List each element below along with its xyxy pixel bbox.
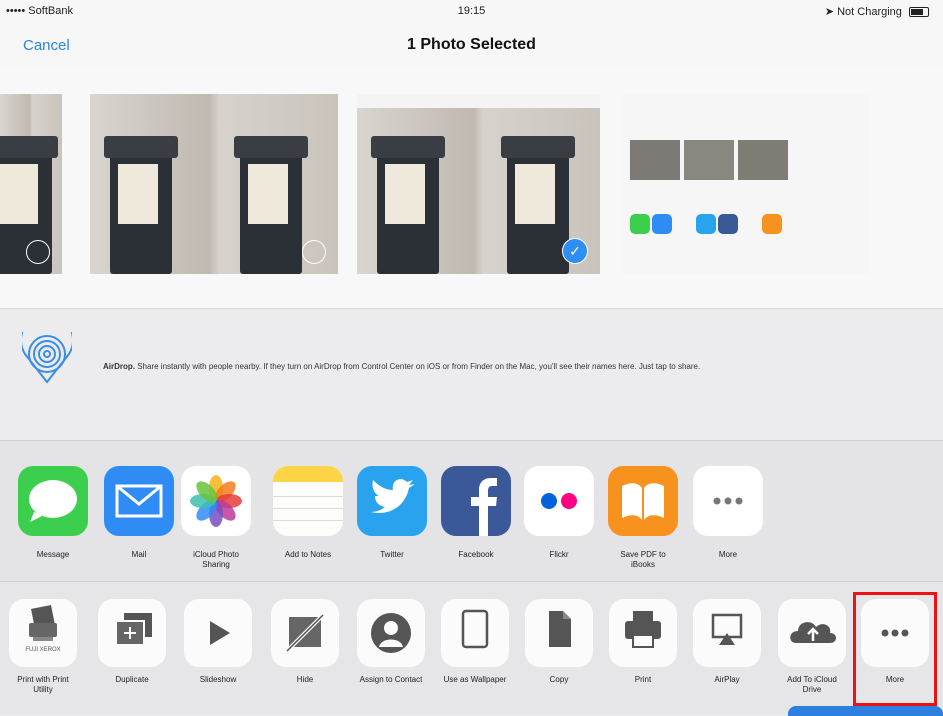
icloud-drive-icon xyxy=(778,599,846,667)
more-icon xyxy=(693,466,763,536)
share-app-ibooks[interactable]: Save PDF to iBooks xyxy=(608,466,678,570)
photos-icon xyxy=(181,466,251,536)
mail-icon xyxy=(104,466,174,536)
print-icon xyxy=(609,599,677,667)
action-add-to-icloud-drive[interactable]: Add To iCloud Drive xyxy=(777,599,847,695)
status-bar: ••••• SoftBank 19:15 ➤ Not Charging xyxy=(0,0,943,22)
action-assign-contact[interactable]: Assign to Contact xyxy=(356,599,426,685)
share-app-icloud-photo-sharing[interactable]: iCloud Photo Sharing xyxy=(181,466,251,570)
location-icon: ➤ xyxy=(824,6,835,18)
popover-edge xyxy=(788,706,943,716)
action-use-as-wallpaper[interactable]: Use as Wallpaper xyxy=(440,599,510,685)
hide-icon xyxy=(271,599,339,667)
twitter-icon xyxy=(357,466,427,536)
share-app-notes[interactable]: Add to Notes xyxy=(273,466,343,560)
share-app-mail[interactable]: Mail xyxy=(104,466,174,560)
photo-strip[interactable]: ✓ xyxy=(0,68,943,309)
screenshot-thumbnail[interactable] xyxy=(622,94,870,274)
share-app-messages[interactable]: Message xyxy=(18,466,88,560)
airdrop-section: AirDrop. Share instantly with people nea… xyxy=(0,310,943,441)
contact-icon xyxy=(357,599,425,667)
share-actions-row: FUJI XEROX Print with Print Utility Dupl… xyxy=(0,582,943,713)
facebook-icon xyxy=(441,466,511,536)
action-print[interactable]: Print xyxy=(608,599,678,685)
print-utility-icon: FUJI XEROX xyxy=(9,599,77,667)
battery-label: Not Charging xyxy=(837,6,902,18)
share-apps-row: Message Mail iCloud Photo Sharing Add to… xyxy=(0,441,943,582)
battery-status: ➤ Not Charging xyxy=(825,5,929,18)
action-copy[interactable]: Copy xyxy=(524,599,594,685)
clock: 19:15 xyxy=(457,5,486,17)
selection-circle-icon[interactable] xyxy=(26,240,50,264)
share-app-more[interactable]: More xyxy=(693,466,763,560)
battery-icon xyxy=(909,7,929,18)
share-app-flickr[interactable]: Flickr xyxy=(524,466,594,560)
messages-icon xyxy=(18,466,88,536)
action-print-utility[interactable]: FUJI XEROX Print with Print Utility xyxy=(8,599,78,695)
share-app-twitter[interactable]: Twitter xyxy=(357,466,427,560)
airdrop-description: AirDrop. Share instantly with people nea… xyxy=(103,362,701,371)
flickr-icon xyxy=(524,466,594,536)
photo-thumbnail[interactable] xyxy=(0,94,62,274)
nav-bar: Cancel 1 Photo Selected xyxy=(0,22,943,68)
copy-icon xyxy=(525,599,593,667)
action-airplay[interactable]: AirPlay xyxy=(692,599,762,685)
selection-circle-icon[interactable] xyxy=(302,240,326,264)
notes-icon xyxy=(273,466,343,536)
ibooks-icon xyxy=(608,466,678,536)
checkmark-icon[interactable]: ✓ xyxy=(562,238,588,264)
airplay-icon xyxy=(693,599,761,667)
duplicate-icon xyxy=(98,599,166,667)
highlight-box xyxy=(853,592,937,706)
wallpaper-icon xyxy=(441,599,509,667)
action-duplicate[interactable]: Duplicate xyxy=(97,599,167,685)
photo-thumbnail-selected[interactable]: ✓ xyxy=(357,94,600,274)
slideshow-icon xyxy=(184,599,252,667)
page-title: 1 Photo Selected xyxy=(407,36,536,53)
photo-thumbnail[interactable] xyxy=(90,94,338,274)
action-slideshow[interactable]: Slideshow xyxy=(183,599,253,685)
airdrop-icon xyxy=(22,332,72,384)
action-hide[interactable]: Hide xyxy=(270,599,340,685)
share-app-facebook[interactable]: Facebook xyxy=(441,466,511,560)
